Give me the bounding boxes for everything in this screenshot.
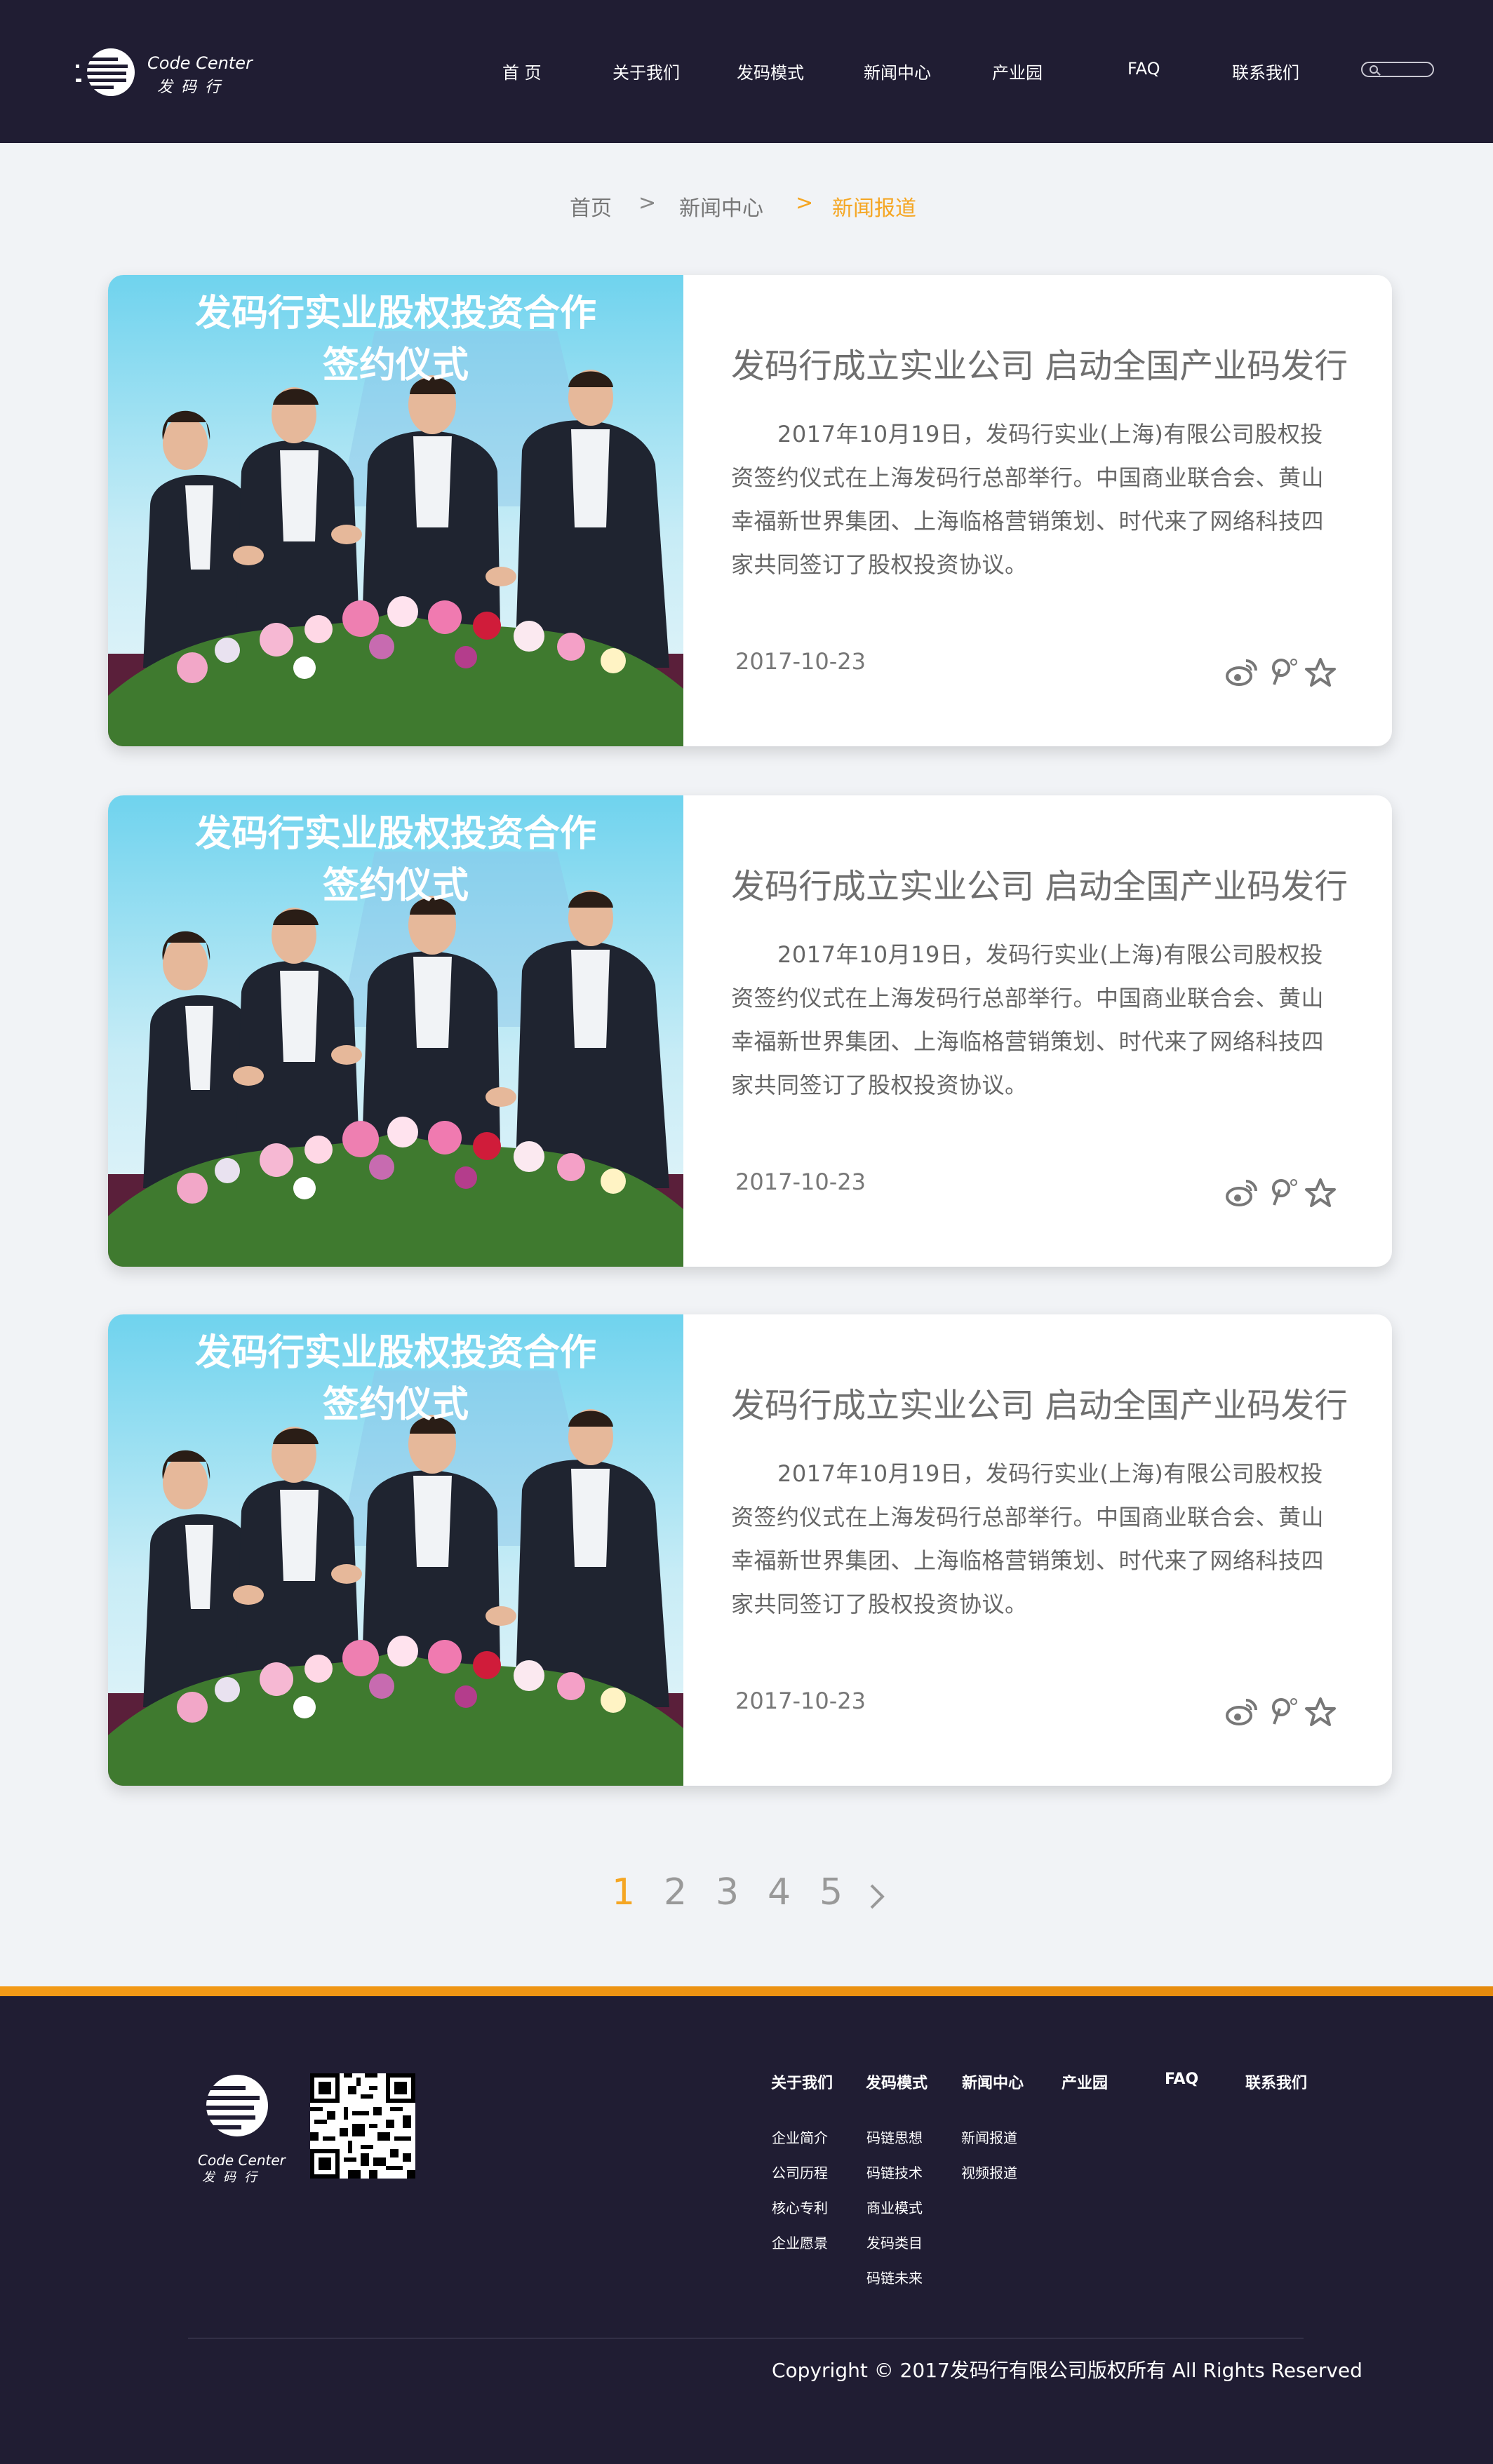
nav-about[interactable]: 关于我们 [612,59,680,83]
footer-link[interactable]: 核心专利 [772,2197,828,2217]
star-icon[interactable] [1304,657,1337,687]
copyright-text: Copyright © 2017发码行有限公司版权所有 All Rights R… [772,2359,1363,2382]
news-photo[interactable]: 发码行实业股权投资合作 签约仪式 [108,1314,683,1786]
footer-link[interactable]: 码链未来 [866,2267,923,2287]
footer-col-faq[interactable]: FAQ [1165,2071,1198,2088]
page-5-link[interactable]: 5 [819,1871,843,1913]
breadcrumb-current: 新闻报道 [832,196,916,221]
banner-text-line1: 发码行实业股权投资合作 [195,812,596,855]
footer-brand-en: Code Center [198,2152,286,2169]
weibo-icon[interactable] [1225,1696,1259,1727]
pinterest-icon[interactable] [1268,1696,1302,1727]
signing-ceremony-photo: 发码行实业股权投资合作 签约仪式 [108,275,683,746]
signing-ceremony-photo: 发码行实业股权投资合作 签约仪式 [108,1314,683,1786]
breadcrumb-section[interactable]: 新闻中心 [679,191,763,221]
site-footer: Code Center 发码行 关于我们 发码模式 新闻中心 产业园 FAQ 联… [0,1996,1493,2464]
footer-col-park[interactable]: 产业园 [1062,2071,1108,2093]
weibo-icon[interactable] [1225,1177,1259,1208]
search-input[interactable] [1361,62,1434,77]
news-date: 2017-10-23 [735,1688,866,1714]
breadcrumb-separator: > [796,191,814,215]
news-date: 2017-10-23 [735,1169,866,1195]
logo-mark-icon [187,2075,268,2136]
breadcrumb-separator: > [638,191,657,215]
footer-link[interactable]: 码链技术 [866,2162,923,2182]
news-date: 2017-10-23 [735,648,866,675]
footer-col-about[interactable]: 关于我们 [771,2071,833,2093]
footer-col-mode[interactable]: 发码模式 [866,2071,928,2093]
news-excerpt: 2017年10月19日，发码行实业(上海)有限公司股权投资签约仪式在上海发码行总… [731,421,1325,578]
footer-link[interactable]: 码链思想 [866,2127,923,2147]
footer-link[interactable]: 新闻报道 [961,2127,1017,2147]
star-icon[interactable] [1304,1177,1337,1208]
banner-text-line2: 签约仪式 [323,344,469,386]
main-nav: 首 页 关于我们 发码模式 新闻中心 产业园 FAQ 联系我们 [0,59,1493,84]
footer-link[interactable]: 公司历程 [772,2162,828,2182]
weibo-icon[interactable] [1225,657,1259,687]
page-1-link[interactable]: 1 [612,1871,635,1913]
nav-home[interactable]: 首 页 [502,59,542,83]
page-4-link[interactable]: 4 [768,1871,791,1913]
banner-text-line1: 发码行实业股权投资合作 [195,1331,596,1374]
nav-news[interactable]: 新闻中心 [864,59,931,83]
footer-link[interactable]: 企业简介 [772,2127,828,2147]
news-title[interactable]: 发码行成立实业公司 启动全国产业码发行 [731,859,1348,908]
banner-text-line1: 发码行实业股权投资合作 [195,292,596,335]
page-2-link[interactable]: 2 [664,1871,687,1913]
news-excerpt: 2017年10月19日，发码行实业(上海)有限公司股权投资签约仪式在上海发码行总… [731,1460,1325,1617]
next-page-icon[interactable] [867,1881,887,1912]
footer-col-contact[interactable]: 联系我们 [1245,2071,1307,2093]
footer-col-news[interactable]: 新闻中心 [962,2071,1024,2093]
search-icon[interactable] [1370,65,1378,74]
footer-link[interactable]: 发码类目 [866,2232,923,2252]
news-photo[interactable]: 发码行实业股权投资合作 签约仪式 [108,795,683,1267]
pinterest-icon[interactable] [1268,657,1302,687]
nav-contact[interactable]: 联系我们 [1232,59,1299,83]
nav-park[interactable]: 产业园 [992,59,1043,83]
star-icon[interactable] [1304,1696,1337,1727]
news-photo[interactable]: 发码行实业股权投资合作 签约仪式 [108,275,683,746]
footer-logo[interactable]: Code Center 发码行 [187,2073,286,2186]
nav-mode[interactable]: 发码模式 [737,59,804,83]
banner-text-line2: 签约仪式 [323,1383,469,1426]
pinterest-icon[interactable] [1268,1177,1302,1208]
news-card[interactable]: 发码行实业股权投资合作 签约仪式 发码行成立实业公司 启动全国产业码发行 201… [108,275,1392,746]
footer-brand-cn: 发码行 [202,2170,265,2185]
breadcrumb-home[interactable]: 首页 [570,191,612,221]
qr-code-icon [310,2073,415,2179]
footer-link[interactable]: 视频报道 [961,2162,1017,2182]
banner-text-line2: 签约仪式 [323,864,469,907]
nav-faq[interactable]: FAQ [1127,59,1160,79]
news-excerpt: 2017年10月19日，发码行实业(上海)有限公司股权投资签约仪式在上海发码行总… [731,941,1325,1098]
site-header: Code Center 发码行 首 页 关于我们 发码模式 新闻中心 产业园 F… [0,0,1493,143]
pagination: 1 2 3 4 5 [0,1871,1493,1920]
news-card[interactable]: 发码行实业股权投资合作 签约仪式 发码行成立实业公司 启动全国产业码发行 201… [108,1314,1392,1786]
footer-link[interactable]: 企业愿景 [772,2232,828,2252]
news-title[interactable]: 发码行成立实业公司 启动全国产业码发行 [731,1378,1348,1427]
signing-ceremony-photo: 发码行实业股权投资合作 签约仪式 [108,795,683,1267]
page-3-link[interactable]: 3 [716,1871,739,1913]
news-title[interactable]: 发码行成立实业公司 启动全国产业码发行 [731,338,1348,387]
news-card[interactable]: 发码行实业股权投资合作 签约仪式 发码行成立实业公司 启动全国产业码发行 201… [108,795,1392,1267]
footer-link[interactable]: 商业模式 [866,2197,923,2217]
footer-accent-bar [0,1986,1493,1996]
